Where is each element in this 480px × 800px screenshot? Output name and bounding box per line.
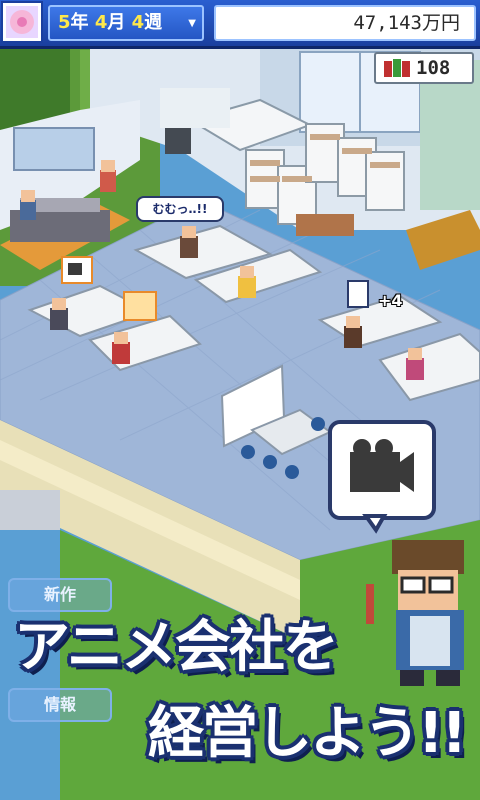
date-month-unit: 月 — [107, 12, 126, 33]
company-logo-button[interactable] — [3, 3, 41, 41]
menu-button-info[interactable]: 情報 — [8, 688, 112, 722]
menu-button-info-label: 情報 — [43, 695, 76, 714]
promo-title-line2: 経営しよう!! — [148, 701, 467, 766]
worker-speech-text: むむっ‥!! — [152, 202, 208, 216]
money-display: 47,143万円 — [214, 5, 476, 41]
game-screen: 5年 4月 4週 ▼ 47,143万円 108 むむっ‥!! +4 新作 情報 … — [0, 0, 480, 800]
date-week-unit: 週 — [144, 12, 163, 33]
date-year-unit: 年 — [70, 12, 89, 33]
research-points-display[interactable]: 108 — [374, 52, 474, 84]
worker-speech-bubble: むむっ‥!! — [136, 196, 224, 222]
cherry-blossom-icon — [10, 10, 34, 34]
money-value: 47,143万円 — [353, 12, 460, 34]
date-month: 4 — [94, 12, 108, 33]
plus-points-label: +4 — [378, 291, 403, 310]
date-year: 5 — [58, 12, 71, 33]
promo-title-line1: アニメ会社を — [14, 615, 339, 680]
top-bar: 5年 4月 4週 ▼ 47,143万円 — [0, 0, 480, 49]
research-points-value: 108 — [416, 57, 451, 79]
date-selector[interactable]: 5年 4月 4週 ▼ — [48, 5, 204, 41]
chevron-down-icon: ▼ — [188, 18, 196, 29]
date-week: 4 — [131, 12, 145, 33]
books-icon — [384, 59, 410, 77]
